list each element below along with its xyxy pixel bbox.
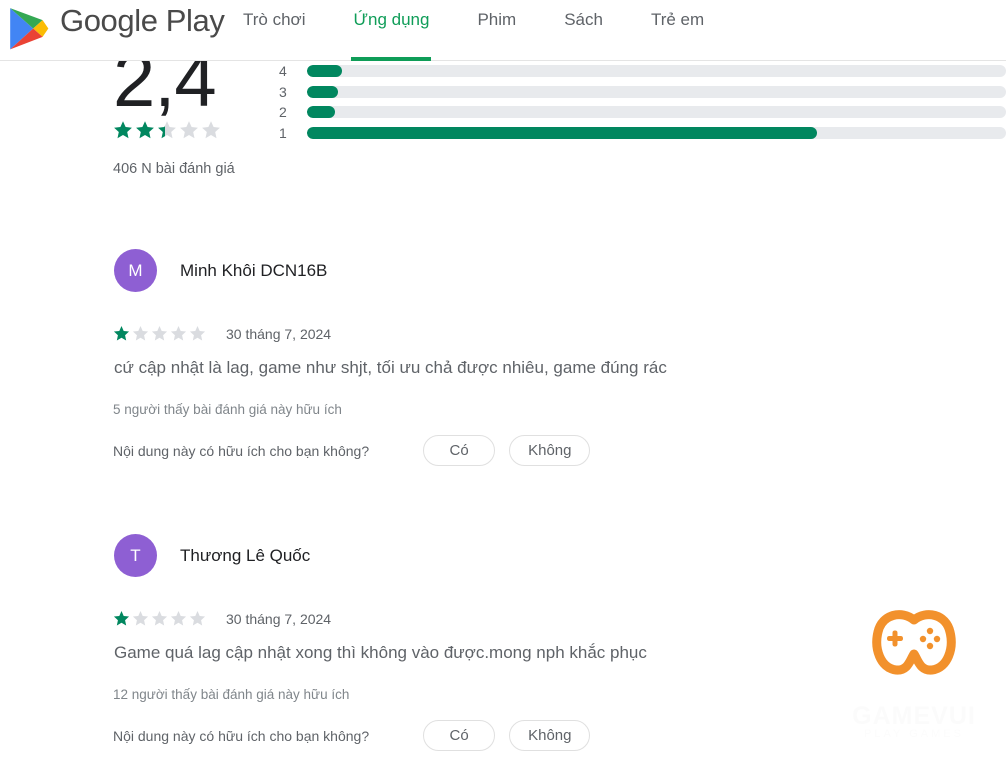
google-play-reviews-page: Google Play Trò chơi Ứng dụng Phim Sách … [0,0,1006,760]
histogram-track-3 [307,85,1006,98]
histogram-row-3: 3 [279,82,1006,103]
histogram-fill-1 [307,126,818,139]
histogram-label-4: 4 [279,63,287,80]
review-feedback-question: Nội dung này có hữu ích cho bạn không? [113,727,370,744]
nav-item-movies[interactable]: Phim [477,0,516,61]
nav-item-books[interactable]: Sách [564,0,603,61]
review-author-row: T Thương Lê Quốc [114,534,310,577]
histogram-track-4 [307,65,1006,78]
review-date: 30 tháng 7, 2024 [226,610,332,627]
review-helpful-count: 12 người thấy bài đánh giá này hữu ích [113,687,350,702]
review-feedback-row: Nội dung này có hữu ích cho bạn không? C… [113,720,591,751]
review-text: Game quá lag cập nhật xong thì không vào… [114,643,647,662]
review-item: T Thương Lê Quốc 30 tháng 7, 2024 Game q… [0,534,1006,760]
histogram-fill-3 [307,85,339,98]
review-rating-row: 30 tháng 7, 2024 [113,325,331,342]
histogram-row-2: 2 [279,102,1006,123]
histogram-track-2 [307,106,1006,119]
avatar: M [114,249,157,292]
nav-item-apps[interactable]: Ứng dụng [351,0,432,61]
review-count-label: 406 N bài đánh giá [113,161,235,177]
review-feedback-question: Nội dung này có hữu ích cho bạn không? [113,442,370,459]
rating-summary: 2,4 406 N bài đánh giá 4 3 2 1 [0,43,1006,191]
histogram-fill-4 [307,65,342,78]
histogram-label-1: 1 [279,124,287,141]
review-author-name: Minh Khôi DCN16B [180,260,328,280]
review-helpful-no-button[interactable]: Không [509,720,591,751]
avatar: T [114,534,157,577]
histogram-row-4: 4 [279,61,1006,82]
nav-item-kids[interactable]: Trẻ em [651,0,704,61]
review-text: cứ cập nhật là lag, game như shjt, tối ư… [114,358,667,377]
review-date: 30 tháng 7, 2024 [226,325,332,342]
histogram-track-1 [307,126,1006,139]
average-rating-stars [113,120,225,140]
review-helpful-no-button[interactable]: Không [509,435,591,466]
rating-histogram: 4 3 2 1 [279,61,1006,143]
google-play-triangle-icon[interactable] [8,6,50,52]
site-header: Google Play Trò chơi Ứng dụng Phim Sách … [0,0,1006,61]
review-stars [113,610,207,627]
review-stars [113,325,207,342]
review-rating-row: 30 tháng 7, 2024 [113,610,331,627]
review-helpful-yes-button[interactable]: Có [423,435,496,466]
review-helpful-count: 5 người thấy bài đánh giá này hữu ích [113,402,342,417]
review-author-name: Thương Lê Quốc [180,545,311,565]
histogram-fill-2 [307,106,335,119]
main-nav: Trò chơi Ứng dụng Phim Sách Trẻ em [243,0,752,61]
review-helpful-yes-button[interactable]: Có [423,720,496,751]
histogram-row-1: 1 [279,123,1006,144]
histogram-label-3: 3 [279,83,287,100]
review-author-row: M Minh Khôi DCN16B [114,249,327,292]
brand-title: Google Play [60,3,225,38]
review-item: M Minh Khôi DCN16B 30 tháng 7, 2024 cứ c… [0,249,1006,479]
histogram-label-2: 2 [279,104,287,121]
nav-item-games[interactable]: Trò chơi [243,0,305,61]
review-feedback-row: Nội dung này có hữu ích cho bạn không? C… [113,435,591,466]
